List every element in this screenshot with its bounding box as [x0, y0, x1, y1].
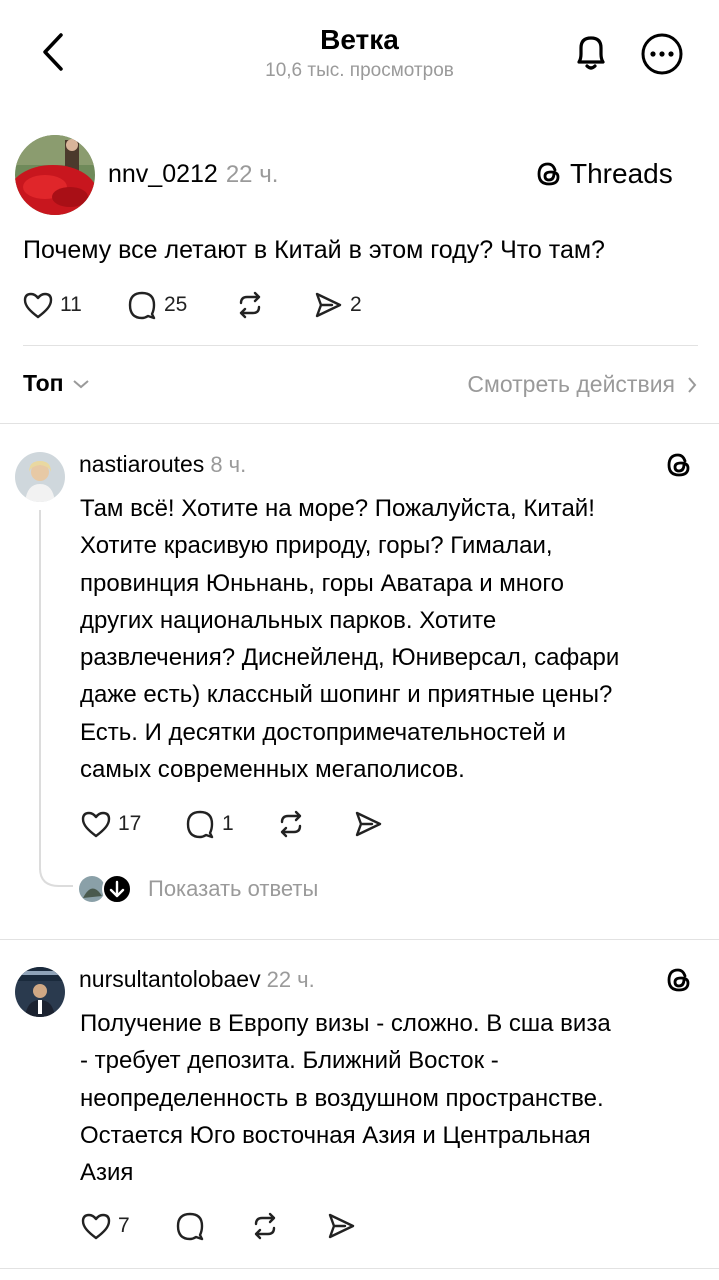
reply-actions: 17 1: [80, 806, 400, 842]
reply-line: Там всё! Хотите на море? Пожалуйста, Кит…: [80, 495, 595, 522]
threads-icon: [667, 453, 690, 477]
reply-line: - требует депозита. Ближний Восток -: [80, 1047, 499, 1075]
threads-icon: [537, 162, 560, 186]
threads-icon: [667, 968, 690, 992]
repost-icon: [280, 810, 302, 838]
reply-line: развлечения? Диснейленд, Юниверсал, сафа…: [80, 644, 620, 672]
threads-logo[interactable]: Threads: [534, 158, 673, 190]
like-button[interactable]: 11: [22, 287, 82, 323]
divider: [23, 345, 698, 346]
reply-line: Остается Юго восточная Азия и Центральна…: [80, 1121, 591, 1149]
threads-link[interactable]: [664, 450, 694, 485]
threads-link[interactable]: [664, 965, 694, 1000]
share-icon: [355, 811, 382, 837]
post-author-username[interactable]: nnv_0212: [108, 160, 218, 188]
reply-line: самых современных мегаполисов.: [80, 756, 465, 784]
notifications-button[interactable]: [566, 28, 616, 78]
reply-username[interactable]: nastiaroutes: [79, 451, 204, 477]
reply-avatars-stack[interactable]: [78, 874, 134, 904]
like-count: 17: [118, 812, 142, 835]
repost-button[interactable]: [274, 806, 308, 842]
reply-line: неопределенность в воздушном пространств…: [80, 1084, 604, 1112]
reply-line: Азия: [80, 1159, 134, 1187]
reply-avatar[interactable]: [15, 967, 65, 1017]
reply-line: Есть. И десятки достопримечательностей и: [80, 718, 566, 746]
divider: [0, 423, 719, 424]
reply-avatar[interactable]: [15, 452, 65, 502]
sort-label: Топ: [23, 370, 64, 396]
comment-count: 25: [164, 293, 188, 316]
share-button[interactable]: [352, 806, 384, 842]
reply-line: даже есть) классный шопинг и приятные це…: [80, 681, 613, 709]
post-actions: 11 25 2: [22, 287, 422, 323]
reply-header: nastiaroutes 8 ч.: [79, 451, 246, 478]
repost-button[interactable]: [233, 287, 267, 323]
comment-icon: [176, 1212, 204, 1241]
reply-line: Получение в Европу визы - сложно. В сша …: [80, 1010, 611, 1037]
view-activity-link[interactable]: Смотреть действия: [467, 371, 697, 398]
heart-icon: [81, 1213, 111, 1240]
comment-icon: [128, 291, 156, 320]
chevron-down-icon: [72, 379, 89, 388]
like-button[interactable]: 7: [80, 1208, 130, 1244]
post-author[interactable]: nnv_0212 22 ч.: [108, 160, 278, 189]
view-activity-label: Смотреть действия: [467, 371, 675, 397]
thread-curve: [39, 868, 73, 887]
comment-button[interactable]: [174, 1208, 206, 1244]
reply-time: 8 ч.: [210, 452, 247, 477]
comment-button[interactable]: 1: [184, 806, 234, 842]
bell-icon: [577, 36, 605, 70]
reply-actions: 7: [80, 1208, 400, 1244]
like-count: 11: [60, 293, 82, 316]
thread-line: [39, 510, 41, 870]
share-icon: [328, 1213, 355, 1239]
post-time: 22 ч.: [225, 161, 279, 188]
show-replies-button[interactable]: Показать ответы: [148, 876, 318, 902]
chevron-right-icon: [688, 376, 697, 393]
reply-line: Хотите красивую природу, горы? Гималаи,: [80, 532, 553, 560]
reply-body: Получение в Европу визы - сложно. В сша …: [80, 1005, 705, 1191]
share-count: 2: [350, 293, 362, 316]
comment-count: 1: [222, 812, 234, 835]
heart-icon: [81, 811, 111, 838]
comment-button[interactable]: 25: [126, 287, 187, 323]
reply-header: nursultantolobaev 22 ч.: [79, 966, 315, 993]
reply-line: других национальных парков. Хотите: [80, 606, 497, 634]
share-button[interactable]: 2: [312, 287, 362, 323]
reply-body: Там всё! Хотите на море? Пожалуйста, Кит…: [80, 490, 705, 788]
divider: [0, 939, 719, 940]
threads-label: Threads: [570, 158, 673, 189]
comment-icon: [186, 810, 214, 839]
reply-time: 22 ч.: [266, 967, 315, 992]
avatar[interactable]: [15, 135, 95, 215]
share-button[interactable]: [325, 1208, 357, 1244]
divider: [0, 1268, 719, 1269]
sort-dropdown[interactable]: Топ: [23, 370, 90, 397]
share-icon: [315, 292, 342, 318]
more-icon: [641, 33, 683, 75]
repost-icon: [254, 1212, 276, 1240]
reply-username[interactable]: nursultantolobaev: [79, 966, 261, 992]
like-button[interactable]: 17: [80, 806, 141, 842]
heart-icon: [23, 292, 53, 319]
repost-icon: [239, 291, 261, 319]
post-body: Почему все летают в Китай в этом году? Ч…: [23, 236, 605, 264]
repost-button[interactable]: [248, 1208, 282, 1244]
reply-line: провинция Юньнань, горы Аватара и много: [80, 569, 564, 597]
like-count: 7: [118, 1214, 130, 1237]
more-options-button[interactable]: [638, 30, 686, 78]
